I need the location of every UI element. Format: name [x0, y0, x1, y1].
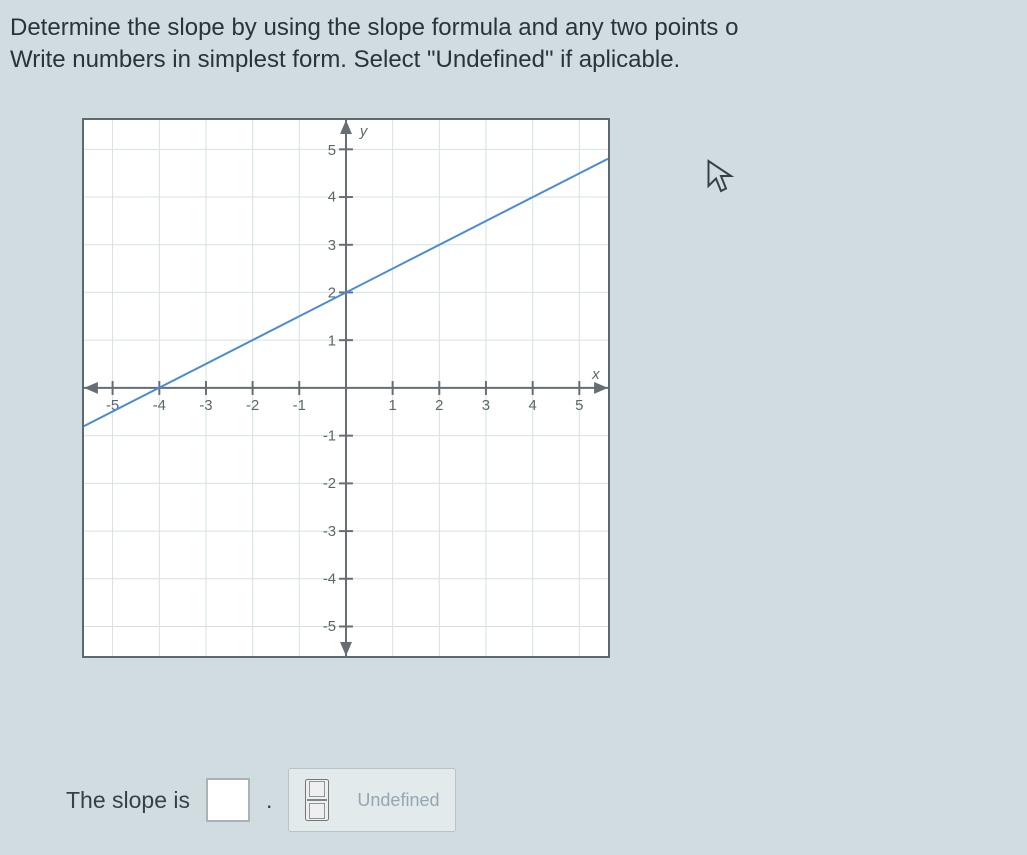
y-axis-label: y	[359, 124, 369, 140]
tick-label: -1	[293, 398, 306, 414]
tick-label: -3	[199, 398, 212, 414]
tick-label: 4	[529, 398, 537, 414]
graph-svg: -5 -4 -3 -2 -1 1 2 3 4 5 5 4 3 2 1 -1 -2…	[84, 120, 608, 656]
arrow-up-icon	[340, 120, 352, 134]
tick-label: 4	[328, 189, 336, 205]
tick-label: 5	[328, 143, 336, 159]
arrow-left-icon	[84, 382, 98, 394]
tick-label: -2	[323, 476, 336, 492]
tick-label: 5	[575, 398, 583, 414]
tick-label: 3	[328, 238, 336, 254]
tick-label: 1	[328, 333, 336, 349]
fraction-button[interactable]	[305, 779, 329, 821]
tick-label: -2	[246, 398, 259, 414]
question-line1: Determine the slope by using the slope f…	[10, 14, 738, 41]
tick-label: -4	[153, 398, 166, 414]
fraction-den-icon	[309, 803, 325, 819]
slope-input[interactable]	[206, 778, 250, 822]
x-axis-label: x	[591, 367, 600, 383]
undefined-button[interactable]: Undefined	[357, 790, 439, 811]
fraction-num-icon	[309, 781, 325, 797]
arrow-right-icon	[594, 382, 608, 394]
question-line2: Write numbers in simplest form. Select "…	[10, 46, 680, 73]
tick-label: -4	[323, 572, 336, 588]
answer-row: The slope is . Undefined	[66, 768, 456, 832]
coordinate-plane: -5 -4 -3 -2 -1 1 2 3 4 5 5 4 3 2 1 -1 -2…	[82, 118, 610, 658]
cursor-icon	[706, 158, 736, 194]
period: .	[266, 787, 272, 814]
question-text: Determine the slope by using the slope f…	[0, 0, 1027, 89]
helper-toolbar: Undefined	[288, 768, 456, 832]
answer-prompt: The slope is	[66, 787, 190, 814]
tick-label: -3	[323, 524, 336, 540]
tick-label: 2	[435, 398, 443, 414]
tick-label: 3	[482, 398, 490, 414]
arrow-down-icon	[340, 642, 352, 656]
tick-label: 1	[389, 398, 397, 414]
tick-label: -1	[323, 429, 336, 445]
tick-label: -5	[323, 619, 336, 635]
